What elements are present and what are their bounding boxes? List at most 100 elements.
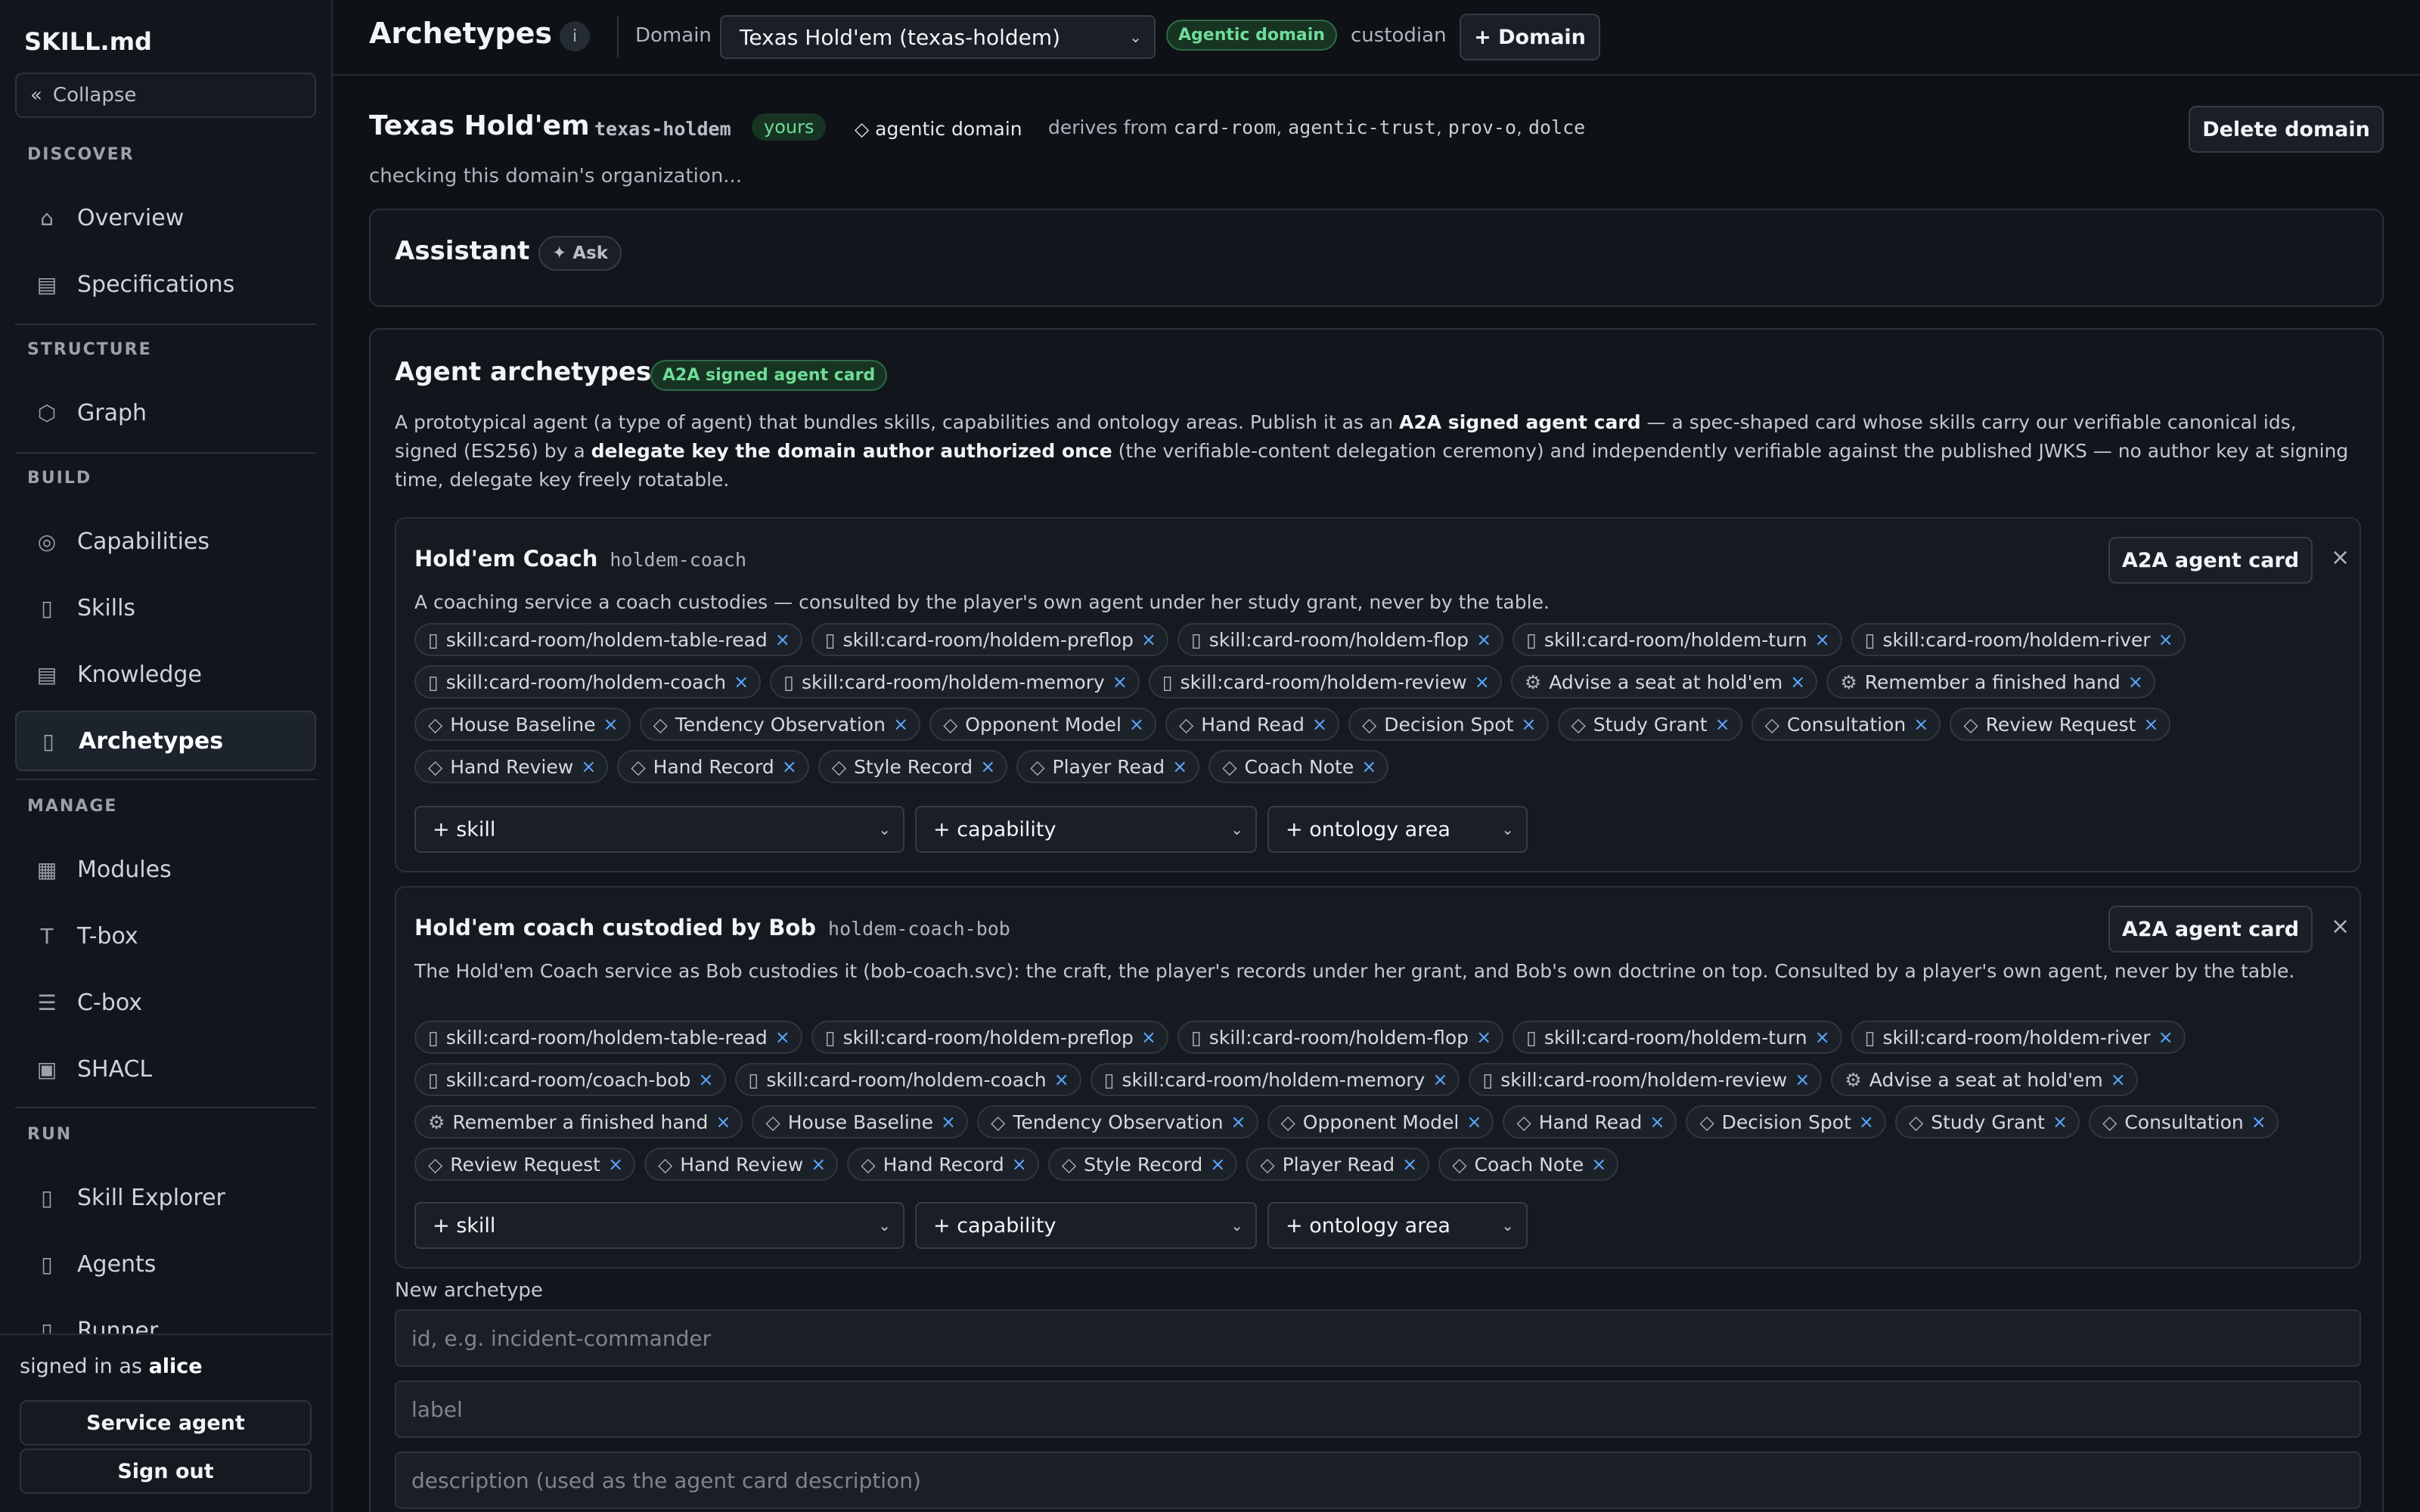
- remove-chip-icon[interactable]: ×: [941, 1111, 956, 1132]
- add-capability-select[interactable]: + capability ⌄: [915, 1202, 1257, 1249]
- remove-chip-icon[interactable]: ×: [715, 1111, 731, 1132]
- remove-chip-icon[interactable]: ×: [1129, 714, 1144, 735]
- a2a-agent-card-button[interactable]: A2A agent card: [2108, 537, 2313, 584]
- add-capability-select[interactable]: + capability ⌄: [915, 806, 1257, 853]
- remove-chip-icon[interactable]: ×: [734, 671, 749, 692]
- remove-chip-icon[interactable]: ×: [2052, 1111, 2068, 1132]
- remove-chip-icon[interactable]: ×: [603, 714, 619, 735]
- remove-chip-icon[interactable]: ×: [2158, 1027, 2173, 1048]
- sidebar-item-archetypes[interactable]: ▯ Archetypes: [15, 711, 316, 771]
- nav-section-manage: MANAGE: [27, 797, 118, 816]
- close-icon[interactable]: ×: [2331, 913, 2350, 940]
- remove-chip-icon[interactable]: ×: [775, 629, 790, 650]
- info-icon[interactable]: i: [560, 21, 590, 51]
- archetype-label: Hold'em coach custodied by Bob: [414, 915, 817, 940]
- sidebar-item-agents[interactable]: ▯ Agents: [15, 1234, 316, 1294]
- remove-chip-icon[interactable]: ×: [608, 1154, 623, 1175]
- remove-chip-icon[interactable]: ×: [775, 1027, 790, 1048]
- remove-chip-icon[interactable]: ×: [1475, 671, 1490, 692]
- skill-chip: ▯ skill:card-room/holdem-table-read ×: [414, 1021, 802, 1054]
- remove-chip-icon[interactable]: ×: [2128, 671, 2143, 692]
- sidebar-item-graph[interactable]: ⬡ Graph: [15, 383, 316, 443]
- ontology-area-chip: ◇ Hand Read ×: [1165, 708, 1339, 741]
- remove-chip-icon[interactable]: ×: [1054, 1069, 1069, 1090]
- remove-chip-icon[interactable]: ×: [1312, 714, 1327, 735]
- skill-chip: ▯ skill:card-room/holdem-river ×: [1851, 623, 2186, 656]
- remove-chip-icon[interactable]: ×: [1790, 671, 1805, 692]
- service-agent-button[interactable]: Service agent: [20, 1400, 312, 1445]
- remove-chip-icon[interactable]: ×: [1112, 671, 1128, 692]
- remove-chip-icon[interactable]: ×: [698, 1069, 713, 1090]
- sign-out-button[interactable]: Sign out: [20, 1448, 312, 1494]
- collapse-button[interactable]: « Collapse: [15, 73, 316, 118]
- remove-chip-icon[interactable]: ×: [1476, 1027, 1491, 1048]
- add-skill-select[interactable]: + skill ⌄: [414, 1202, 904, 1249]
- diamond-icon: ◇: [631, 755, 646, 778]
- derived-domain[interactable]: dolce: [1528, 116, 1585, 138]
- domain-select[interactable]: Texas Hold'em (texas-holdem) ⌄: [720, 15, 1156, 59]
- archetype-card-holdem-coach: Hold'em Coach holdem-coach A2A agent card…: [395, 517, 2361, 872]
- sidebar-item-capabilities[interactable]: ◎ Capabilities: [15, 511, 316, 572]
- remove-chip-icon[interactable]: ×: [1859, 1111, 1874, 1132]
- remove-chip-icon[interactable]: ×: [1466, 1111, 1481, 1132]
- ask-button[interactable]: ✦ Ask: [538, 236, 622, 271]
- add-ontology-area-select[interactable]: + ontology area ⌄: [1267, 1202, 1528, 1249]
- derived-domain[interactable]: prov-o: [1448, 116, 1516, 138]
- skill-chip: ▯ skill:card-room/holdem-coach ×: [734, 1063, 1081, 1096]
- diamond-icon: ◇: [1179, 713, 1194, 736]
- new-archetype-label-input[interactable]: label: [395, 1380, 2361, 1438]
- derived-domain[interactable]: agentic-trust: [1288, 116, 1436, 138]
- remove-chip-icon[interactable]: ×: [1649, 1111, 1665, 1132]
- remove-chip-icon[interactable]: ×: [2143, 714, 2158, 735]
- remove-chip-icon[interactable]: ×: [1521, 714, 1536, 735]
- sidebar-item-shacl[interactable]: ▣ SHACL: [15, 1039, 316, 1099]
- new-archetype-id-input[interactable]: id, e.g. incident-commander: [395, 1309, 2361, 1367]
- remove-chip-icon[interactable]: ×: [1815, 629, 1830, 650]
- remove-chip-icon[interactable]: ×: [893, 714, 908, 735]
- delete-domain-button[interactable]: Delete domain: [2189, 106, 2384, 153]
- sidebar-item-c-box[interactable]: ☰ C-box: [15, 972, 316, 1033]
- sidebar-item-skills[interactable]: ▯ Skills: [15, 578, 316, 638]
- remove-chip-icon[interactable]: ×: [581, 756, 596, 777]
- remove-chip-icon[interactable]: ×: [1361, 756, 1376, 777]
- chip-label: skill:card-room/holdem-coach: [445, 671, 727, 693]
- remove-chip-icon[interactable]: ×: [1591, 1154, 1606, 1175]
- skill-chip: ▯ skill:card-room/holdem-coach ×: [414, 665, 762, 699]
- remove-chip-icon[interactable]: ×: [2251, 1111, 2266, 1132]
- remove-chip-icon[interactable]: ×: [1913, 714, 1928, 735]
- brand-logo[interactable]: SKILL.md: [24, 27, 152, 56]
- a2a-agent-card-button[interactable]: A2A agent card: [2108, 906, 2313, 953]
- remove-chip-icon[interactable]: ×: [1230, 1111, 1246, 1132]
- close-icon[interactable]: ×: [2331, 544, 2350, 571]
- remove-chip-icon[interactable]: ×: [2158, 629, 2173, 650]
- derived-domain[interactable]: card-room: [1174, 116, 1276, 138]
- remove-chip-icon[interactable]: ×: [1172, 756, 1187, 777]
- remove-chip-icon[interactable]: ×: [980, 756, 995, 777]
- remove-chip-icon[interactable]: ×: [1476, 629, 1491, 650]
- remove-chip-icon[interactable]: ×: [1815, 1027, 1830, 1048]
- sidebar-item-specifications[interactable]: ▤ Specifications: [15, 254, 316, 314]
- remove-chip-icon[interactable]: ×: [1432, 1069, 1447, 1090]
- remove-chip-icon[interactable]: ×: [2111, 1069, 2126, 1090]
- remove-chip-icon[interactable]: ×: [782, 756, 797, 777]
- sidebar-item-skill-explorer[interactable]: ▯ Skill Explorer: [15, 1167, 316, 1228]
- remove-chip-icon[interactable]: ×: [1795, 1069, 1810, 1090]
- add-ontology-area-select[interactable]: + ontology area ⌄: [1267, 806, 1528, 853]
- remove-chip-icon[interactable]: ×: [1402, 1154, 1417, 1175]
- remove-chip-icon[interactable]: ×: [1141, 1027, 1156, 1048]
- add-domain-button[interactable]: + Domain: [1460, 14, 1600, 60]
- chip-label: House Baseline: [450, 713, 596, 736]
- remove-chip-icon[interactable]: ×: [811, 1154, 826, 1175]
- chip-label: skill:card-room/holdem-table-read: [445, 1026, 768, 1049]
- remove-chip-icon[interactable]: ×: [1715, 714, 1730, 735]
- sidebar-item-modules[interactable]: ▦ Modules: [15, 839, 316, 900]
- sidebar-item-overview[interactable]: ⌂ Overview: [15, 187, 316, 248]
- ontology-area-chip: ◇ Tendency Observation ×: [977, 1105, 1258, 1139]
- remove-chip-icon[interactable]: ×: [1012, 1154, 1027, 1175]
- sidebar-item-knowledge[interactable]: ▤ Knowledge: [15, 644, 316, 705]
- remove-chip-icon[interactable]: ×: [1210, 1154, 1225, 1175]
- new-archetype-description-input[interactable]: description (used as the agent card desc…: [395, 1452, 2361, 1509]
- sidebar-item-t-box[interactable]: T T-box: [15, 906, 316, 966]
- add-skill-select[interactable]: + skill ⌄: [414, 806, 904, 853]
- remove-chip-icon[interactable]: ×: [1141, 629, 1156, 650]
